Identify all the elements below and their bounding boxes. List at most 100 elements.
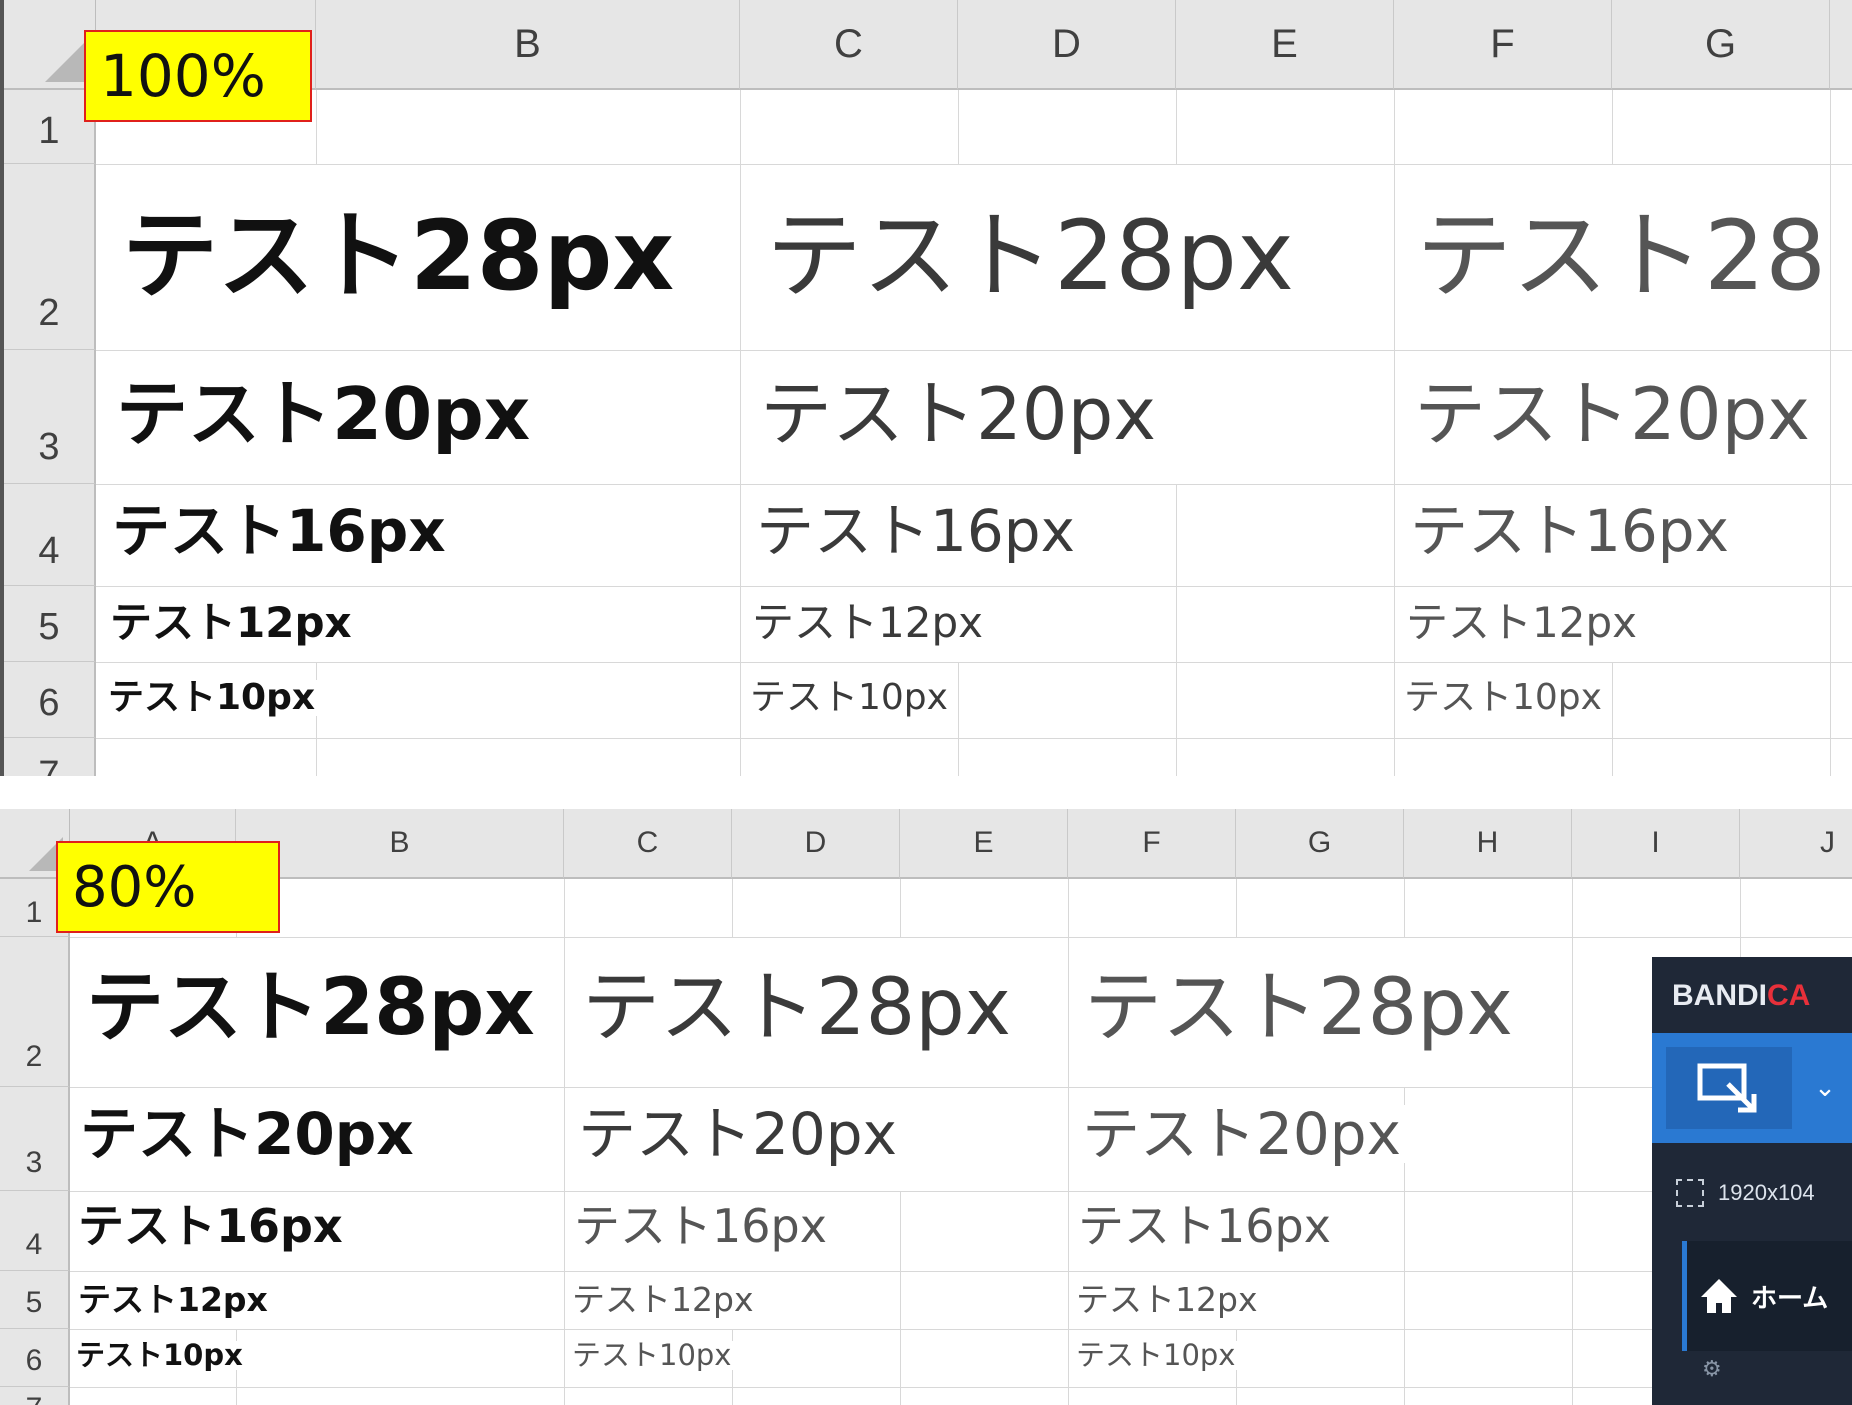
resolution-text: 1920x104 xyxy=(1718,1180,1815,1205)
row-header-5[interactable]: 5 xyxy=(4,586,96,662)
cell-a3[interactable]: テスト20px xyxy=(80,1105,418,1163)
nav-home-label: ホーム xyxy=(1751,1283,1829,1314)
gridline xyxy=(96,484,1852,485)
gridline xyxy=(96,350,1852,351)
cell-f2[interactable]: テスト28px xyxy=(1084,969,1517,1047)
cell-a2[interactable]: テスト28px xyxy=(86,969,539,1047)
column-header-h[interactable]: H xyxy=(1404,809,1572,879)
column-header-e[interactable]: E xyxy=(1176,0,1394,90)
row-header-3[interactable]: 3 xyxy=(4,350,96,484)
cell-c3[interactable]: テスト20px xyxy=(760,378,1160,450)
gridline xyxy=(900,879,901,937)
row-header-4[interactable]: 4 xyxy=(0,1191,70,1271)
gridline xyxy=(1572,879,1573,1405)
gridline xyxy=(732,879,733,937)
screen-record-mode-button[interactable] xyxy=(1666,1047,1792,1129)
gridline xyxy=(96,738,1852,739)
row-header-2[interactable]: 2 xyxy=(4,164,96,350)
column-header-b[interactable]: B xyxy=(316,0,740,90)
bandicam-logo: BANDICA xyxy=(1672,979,1811,1012)
cell-a4[interactable]: テスト16px xyxy=(78,1203,347,1249)
column-header-i[interactable]: I xyxy=(1572,809,1740,879)
column-header-d[interactable]: D xyxy=(958,0,1176,90)
gridline xyxy=(70,937,1852,938)
gridline xyxy=(1404,879,1405,937)
cell-c4[interactable]: テスト16px xyxy=(756,502,1079,560)
gridline xyxy=(70,1271,1852,1272)
resolution-row[interactable]: 1920x104 xyxy=(1676,1179,1815,1207)
cell-c3[interactable]: テスト20px xyxy=(578,1105,901,1163)
zoom-label-80: 80% xyxy=(56,841,280,933)
cell-f5[interactable]: テスト12px xyxy=(1076,1283,1262,1316)
cell-f2[interactable]: テスト28 xyxy=(1416,208,1831,304)
nav-next-item[interactable]: ⚙ xyxy=(1682,1357,1852,1405)
gridline xyxy=(70,1387,1852,1388)
cell-f4[interactable]: テスト16px xyxy=(1410,502,1733,560)
cell-b6[interactable]: テスト10px xyxy=(108,680,320,716)
gridline xyxy=(316,90,317,164)
gridline xyxy=(958,90,959,164)
column-header-g[interactable]: G xyxy=(1236,809,1404,879)
row-header-1[interactable]: 1 xyxy=(4,90,96,164)
cell-f5[interactable]: テスト12px xyxy=(1406,602,1641,644)
select-all-corner[interactable] xyxy=(4,0,96,90)
sheet-panel-100: B C D E F G 1 2 3 4 5 6 7 テスト28px テスト28p… xyxy=(0,0,1852,776)
cell-c2[interactable]: テスト28px xyxy=(582,969,1015,1047)
gridline xyxy=(96,662,1852,663)
area-square-icon xyxy=(1676,1179,1704,1207)
row-header-7[interactable]: 7 xyxy=(0,1387,70,1405)
gridline xyxy=(958,662,959,776)
gridline xyxy=(70,1191,1852,1192)
column-header-e[interactable]: E xyxy=(900,809,1068,879)
cell-f6[interactable]: テスト10px xyxy=(1404,680,1606,716)
gridline xyxy=(1068,879,1069,1405)
gridline xyxy=(70,1087,1852,1088)
row-header-4[interactable]: 4 xyxy=(4,484,96,586)
nav-home[interactable]: ホーム xyxy=(1682,1241,1852,1351)
gridline xyxy=(1394,90,1395,776)
column-header-b[interactable]: B xyxy=(236,809,564,879)
column-header-h[interactable] xyxy=(1830,0,1852,90)
gridline xyxy=(1612,90,1613,164)
cell-b3[interactable]: テスト20px xyxy=(116,378,535,450)
row-header-7[interactable]: 7 xyxy=(4,738,96,776)
cell-a6[interactable]: テスト10px xyxy=(76,1341,247,1370)
row-header-2[interactable]: 2 xyxy=(0,937,70,1087)
cell-f6[interactable]: テスト10px xyxy=(1076,1341,1240,1370)
bandicam-window: BANDICA ⌄ 1920x104 ホーム ⚙ xyxy=(1652,957,1852,1405)
gridline xyxy=(70,1329,1852,1330)
cell-c5[interactable]: テスト12px xyxy=(572,1283,758,1316)
cell-b5[interactable]: テスト12px xyxy=(110,602,356,644)
cell-c6[interactable]: テスト10px xyxy=(572,1341,736,1370)
capture-mode-bar: ⌄ xyxy=(1652,1033,1852,1143)
cell-c5[interactable]: テスト12px xyxy=(752,602,987,644)
column-header-f[interactable]: F xyxy=(1068,809,1236,879)
cell-c2[interactable]: テスト28px xyxy=(766,208,1298,304)
gridline xyxy=(1236,879,1237,937)
cell-c4[interactable]: テスト16px xyxy=(574,1203,831,1249)
chevron-down-icon[interactable]: ⌄ xyxy=(1798,1047,1852,1129)
gridline xyxy=(1176,90,1177,164)
home-icon xyxy=(1701,1279,1737,1313)
cell-a5[interactable]: テスト12px xyxy=(78,1283,272,1316)
column-header-f[interactable]: F xyxy=(1394,0,1612,90)
row-header-6[interactable]: 6 xyxy=(0,1329,70,1387)
gridline xyxy=(1612,662,1613,776)
cell-f4[interactable]: テスト16px xyxy=(1078,1203,1335,1249)
row-header-5[interactable]: 5 xyxy=(0,1271,70,1329)
cell-b4[interactable]: テスト16px xyxy=(112,502,450,560)
cell-c6[interactable]: テスト10px xyxy=(750,680,952,716)
column-header-c[interactable]: C xyxy=(740,0,958,90)
column-header-g[interactable]: G xyxy=(1612,0,1830,90)
column-header-c[interactable]: C xyxy=(564,809,732,879)
row-header-6[interactable]: 6 xyxy=(4,662,96,738)
column-header-j[interactable]: J xyxy=(1740,809,1852,879)
gridline xyxy=(1176,484,1177,776)
cell-f3[interactable]: テスト20px xyxy=(1414,378,1814,450)
cell-b2[interactable]: テスト28px xyxy=(122,208,679,304)
cell-f3[interactable]: テスト20px xyxy=(1082,1105,1405,1163)
gridline xyxy=(1830,90,1831,776)
row-header-3[interactable]: 3 xyxy=(0,1087,70,1191)
gridline xyxy=(96,586,1852,587)
column-header-d[interactable]: D xyxy=(732,809,900,879)
